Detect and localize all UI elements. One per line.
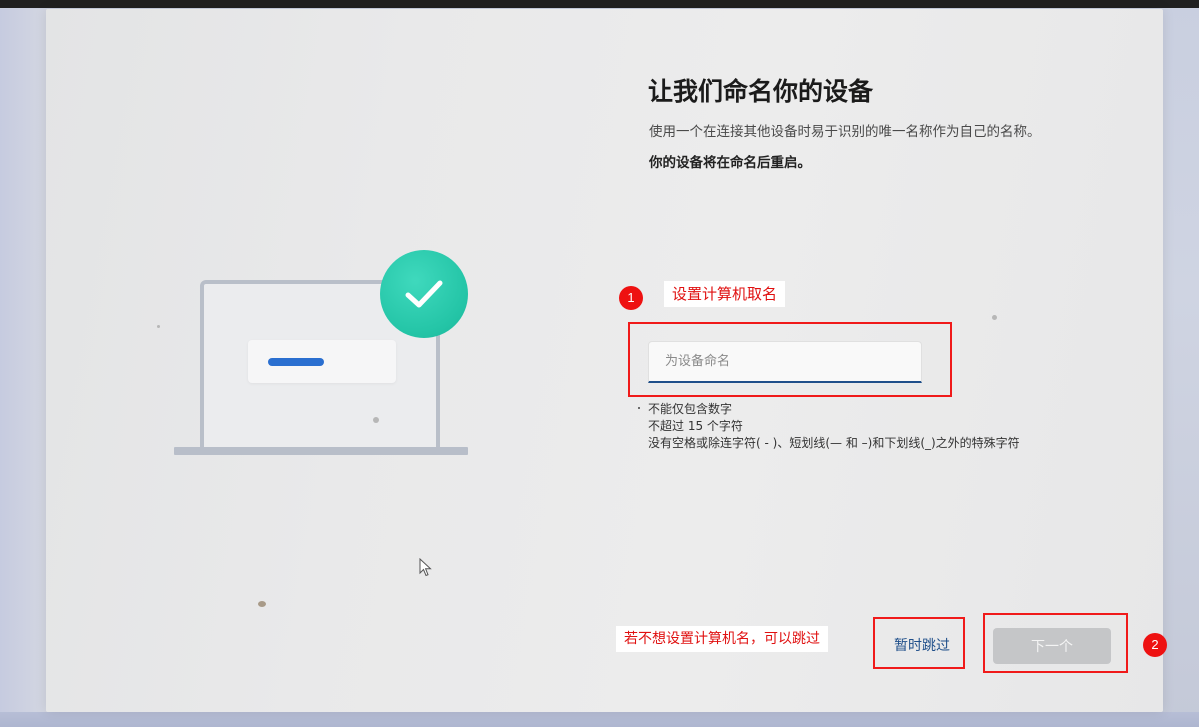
screen-speck (992, 315, 997, 320)
skip-hint-label: 若不想设置计算机名，可以跳过 (616, 626, 828, 652)
skip-button[interactable]: 暂时跳过 (882, 628, 962, 662)
checkmark-icon (380, 250, 468, 338)
next-button[interactable]: 下一个 (993, 628, 1111, 664)
device-name-input[interactable] (648, 341, 922, 383)
rules-bullet (638, 407, 640, 409)
restart-note: 你的设备将在命名后重启。 (649, 155, 811, 171)
screen-speck (157, 325, 160, 328)
step-1-label: 设置计算机取名 (664, 281, 786, 307)
screen-speck (373, 417, 379, 423)
screen-speck (258, 601, 266, 607)
naming-rules: 不能仅包含数字 不超过 15 个字符 没有空格或除连字符( - )、短划线(— … (638, 401, 1020, 452)
laptop-illustration-card (248, 340, 396, 383)
laptop-illustration-bar (268, 358, 324, 366)
page-title: 让我们命名你的设备 (648, 77, 874, 106)
bottom-bezel (0, 712, 1199, 727)
mouse-cursor-icon (419, 557, 433, 582)
top-bezel (0, 0, 1199, 8)
page-subtitle: 使用一个在连接其他设备时易于识别的唯一名称作为自己的名称。 (649, 124, 1041, 140)
rule-item: 不超过 15 个字符 (648, 419, 743, 433)
step-2-badge: 2 (1143, 633, 1167, 657)
laptop-illustration-base (174, 447, 468, 455)
rule-item: 没有空格或除连字符( - )、短划线(— 和 –)和下划线(_)之外的特殊字符 (648, 436, 1020, 450)
rule-item: 不能仅包含数字 (648, 402, 733, 416)
step-1-badge: 1 (619, 286, 643, 310)
